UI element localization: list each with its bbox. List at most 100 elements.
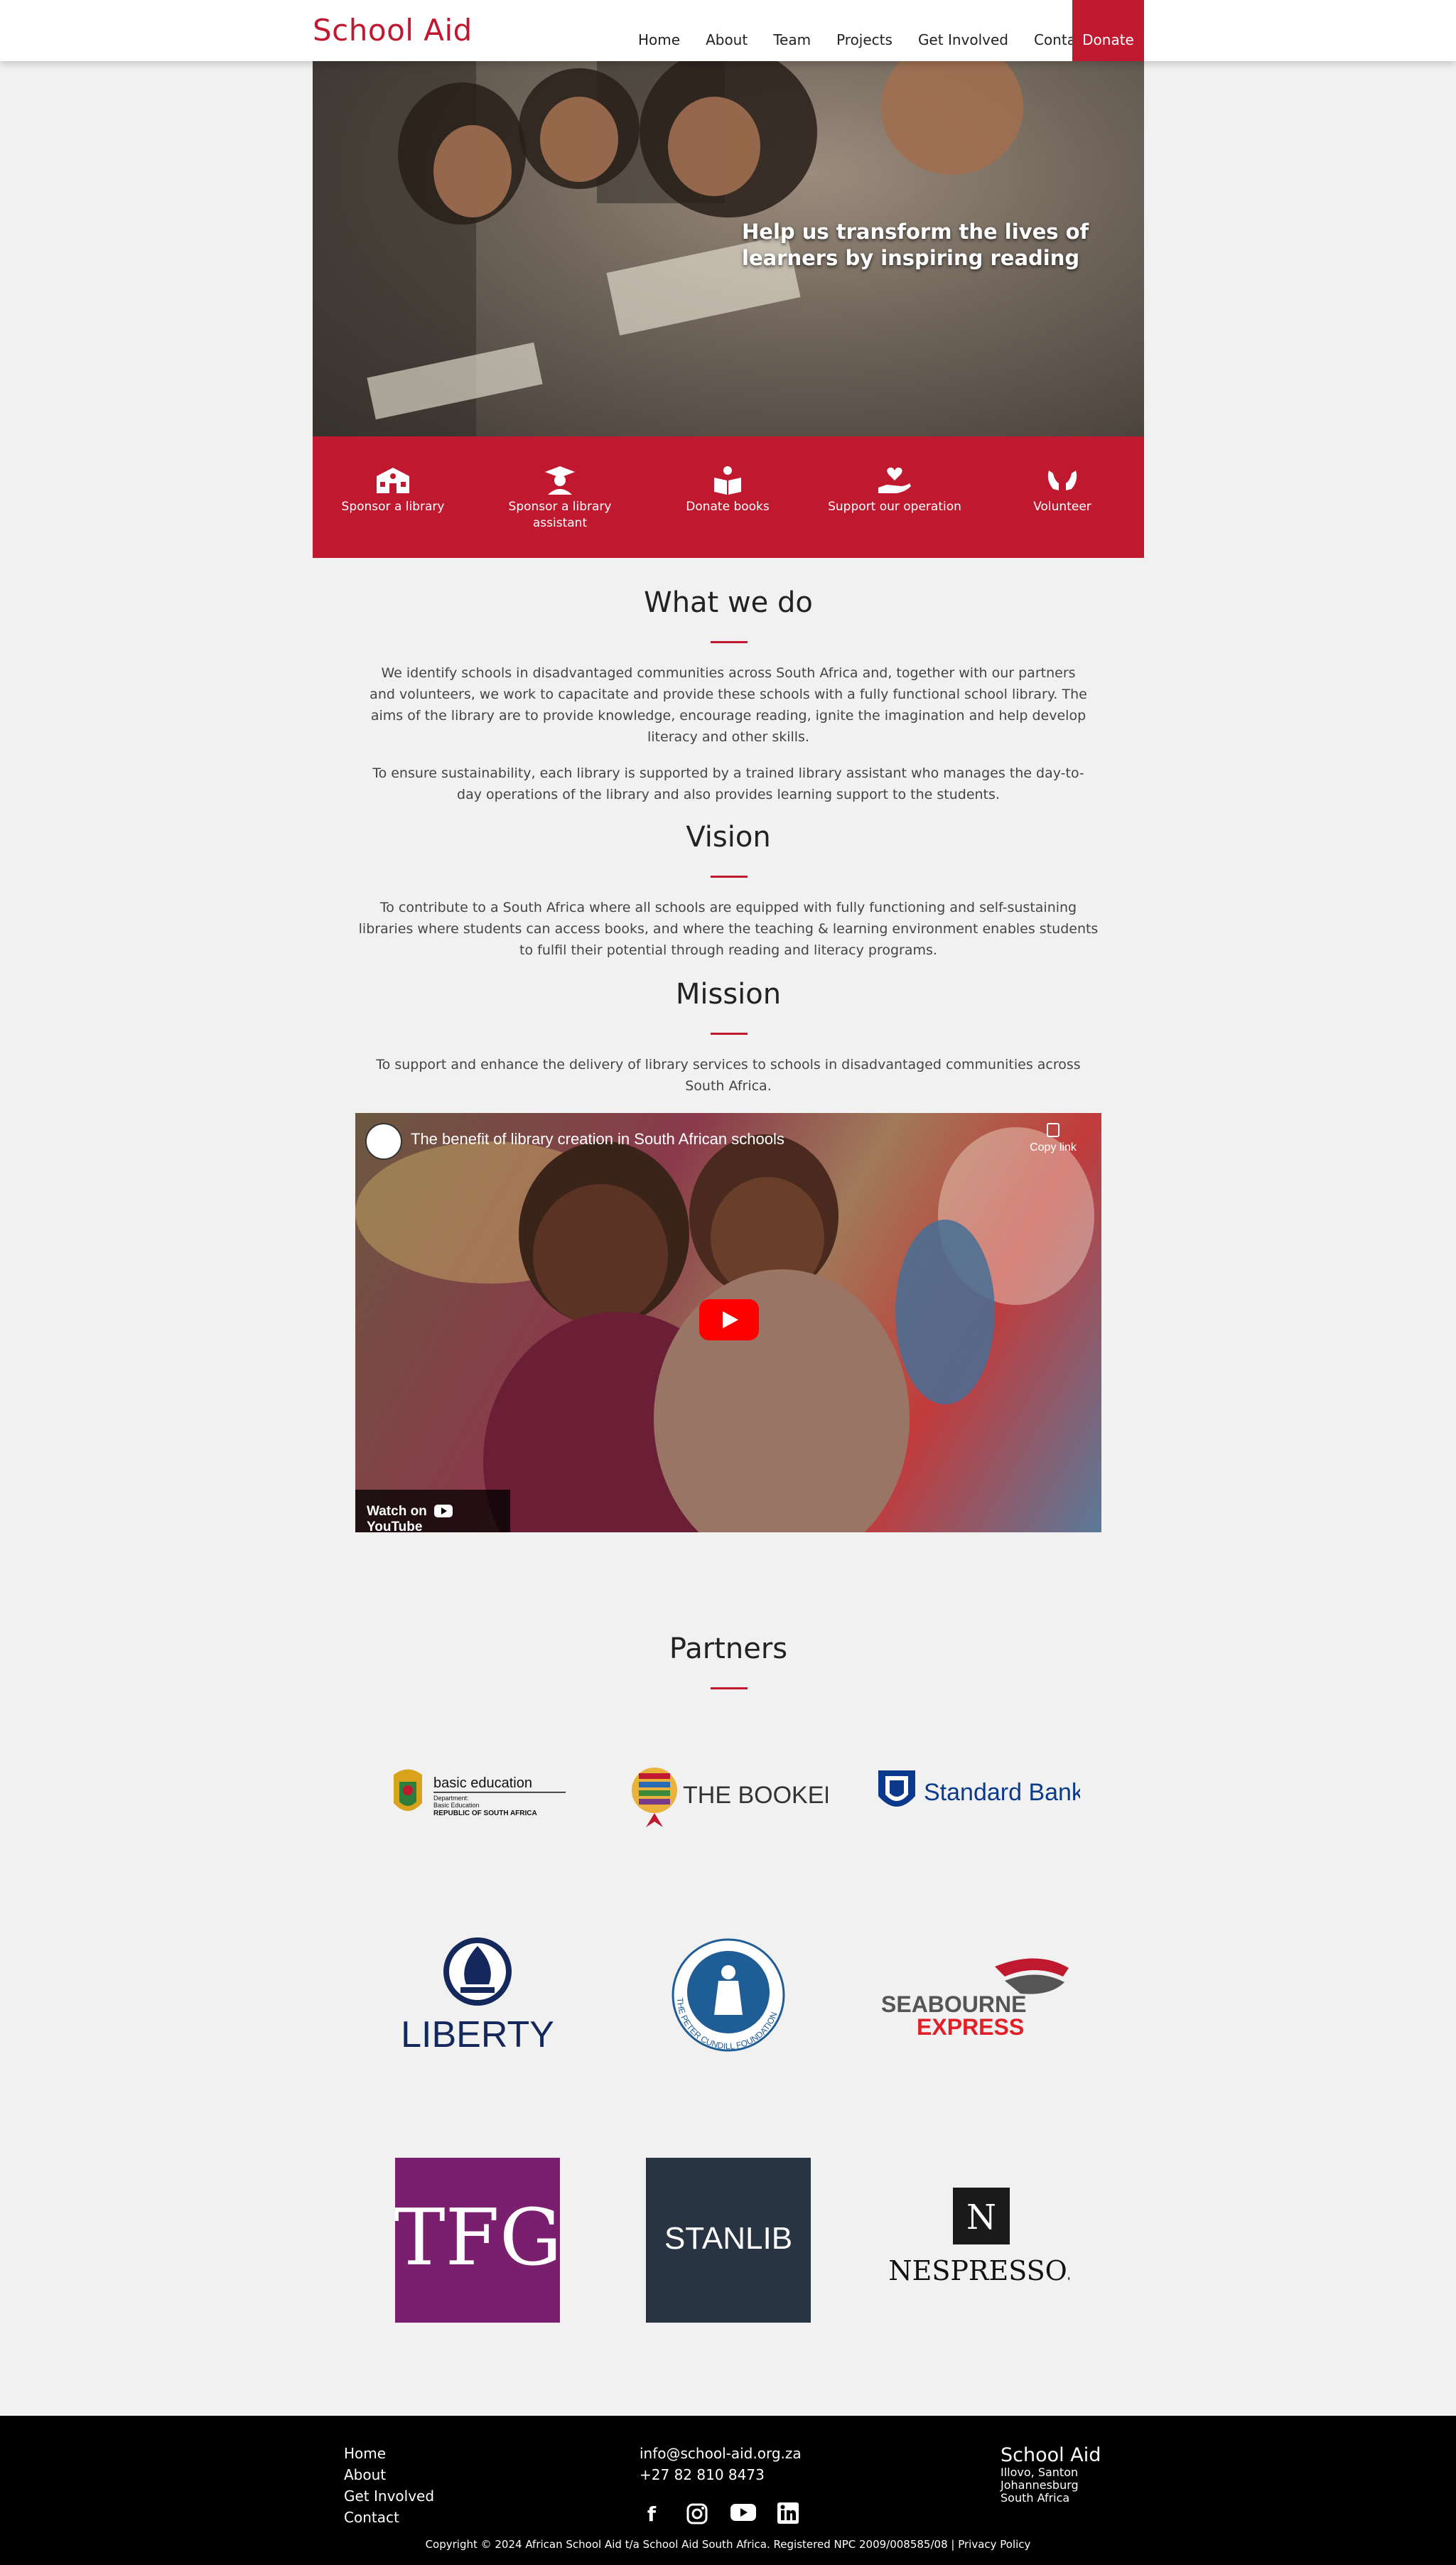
- facebook-icon[interactable]: f: [640, 2502, 664, 2527]
- vision-heading: Vision: [686, 821, 771, 854]
- partner-nespresso[interactable]: N NESPRESSO.: [860, 2158, 1094, 2322]
- youtube-icon[interactable]: [730, 2502, 756, 2527]
- partner-stanlib[interactable]: STANLIB: [611, 2158, 846, 2323]
- basic-education-country: REPUBLIC OF SOUTH AFRICA: [433, 1810, 537, 1817]
- site-footer: Home About Get Involved Contact info@sch…: [0, 2416, 1456, 2565]
- seabourne-wordmark: SEABOURNE: [881, 1991, 1026, 2017]
- hero-headline: Help us transform the lives of learners …: [742, 220, 1089, 270]
- sponsor-assistant-link[interactable]: Sponsor a library assistant: [489, 465, 631, 532]
- stanlib-wordmark: STANLIB: [664, 2221, 792, 2256]
- express-wordmark: EXPRESS: [917, 2014, 1024, 2040]
- copy-link-label: Copy link: [1030, 1141, 1077, 1154]
- boy-face: [533, 1184, 668, 1326]
- footer-logo[interactable]: School Aid: [1001, 2444, 1101, 2466]
- seabourne-express-logo: SEABOURNE EXPRESS: [881, 1958, 1069, 2040]
- copyright-text: Copyright © 2024 African School Aid t/a …: [425, 2538, 1031, 2551]
- nav-team[interactable]: Team: [760, 0, 824, 61]
- what-we-do-heading: What we do: [644, 586, 813, 619]
- heading-divider: [711, 876, 748, 878]
- action-label: Sponsor a library: [341, 500, 445, 514]
- top-navbar: School Aid Home About Team Projects Get …: [0, 0, 1456, 61]
- footer-phone[interactable]: +27 82 810 8473: [640, 2464, 802, 2485]
- peter-cundill-logo: THE PETER CUNDILL FOUNDATION: [672, 1938, 785, 2052]
- volunteer-link[interactable]: Volunteer: [991, 465, 1133, 515]
- basic-education-name: Basic Education: [433, 1802, 480, 1809]
- basic-education-title: basic education: [433, 1775, 532, 1791]
- partners-heading: Partners: [669, 1633, 788, 1665]
- video-title[interactable]: The benefit of library creation in South…: [411, 1130, 784, 1149]
- nav-about[interactable]: About: [693, 0, 760, 61]
- adult-face: [881, 61, 1023, 175]
- book-icon: [714, 466, 741, 495]
- liberty-wordmark: LIBERTY: [401, 2014, 554, 2055]
- the-bookery-wordmark: THE BOOKERY: [683, 1782, 828, 1809]
- footer-link-home[interactable]: Home: [344, 2443, 434, 2464]
- copy-link-button[interactable]: Copy link: [1025, 1123, 1082, 1154]
- heading-divider: [711, 1033, 748, 1035]
- partner-standard-bank[interactable]: Standard Bank: [860, 1711, 1094, 1874]
- footer-address-line: Illovo, Santon: [1001, 2465, 1079, 2479]
- youtube-embed[interactable]: The benefit of library creation in South…: [355, 1113, 1101, 1532]
- action-label: Donate books: [686, 500, 770, 514]
- basic-education-logo: basic education Department: Basic Educat…: [394, 1769, 566, 1817]
- nespresso-wordmark: NESPRESSO.: [888, 2255, 1069, 2286]
- partner-peter-cundill-foundation[interactable]: THE PETER CUNDILL FOUNDATION: [611, 1917, 846, 2080]
- hands-icon: [1047, 470, 1077, 490]
- donate-books-link[interactable]: Donate books: [657, 465, 799, 515]
- donate-button[interactable]: Donate: [1072, 0, 1144, 61]
- tfg-logo: TFG: [395, 2158, 560, 2323]
- what-we-do-paragraph: We identify schools in disadvantaged com…: [370, 665, 1087, 745]
- footer-links: Home About Get Involved Contact: [344, 2443, 434, 2528]
- footer-contact: info@school-aid.org.za +27 82 810 8473: [640, 2443, 802, 2485]
- nav-get-involved[interactable]: Get Involved: [905, 0, 1021, 61]
- school-icon: [377, 468, 409, 493]
- instagram-icon[interactable]: [685, 2502, 709, 2527]
- action-label: Volunteer: [1033, 500, 1091, 514]
- hero-banner: Help us transform the lives of learners …: [313, 61, 1144, 436]
- footer-link-about[interactable]: About: [344, 2464, 434, 2485]
- site-logo[interactable]: School Aid: [313, 13, 473, 48]
- nav-home[interactable]: Home: [625, 0, 693, 61]
- child-face: [433, 125, 512, 217]
- nespresso-logo: N NESPRESSO.: [888, 2188, 1069, 2286]
- action-label: Sponsor a library assistant: [508, 500, 612, 530]
- main-menu: Home About Team Projects Get Involved Co…: [625, 0, 1102, 61]
- standard-bank-wordmark: Standard Bank: [924, 1779, 1080, 1806]
- child-face: [540, 97, 618, 182]
- footer-address-line: South Africa: [1001, 2491, 1070, 2505]
- social-links: f: [640, 2502, 821, 2527]
- action-label: Support our operation: [828, 500, 961, 514]
- support-operation-link[interactable]: Support our operation: [824, 465, 966, 515]
- play-button[interactable]: [699, 1299, 759, 1340]
- nav-projects[interactable]: Projects: [824, 0, 905, 61]
- tfg-wordmark: TFG: [395, 2192, 560, 2283]
- partner-seabourne-express[interactable]: SEABOURNE EXPRESS: [860, 1917, 1094, 2080]
- copy-icon: [1047, 1123, 1059, 1137]
- child-backpack: [895, 1220, 995, 1404]
- action-band: Sponsor a library Sponsor a library assi…: [313, 436, 1144, 558]
- the-bookery-logo: THE BOOKERY: [632, 1768, 828, 1827]
- what-we-do-paragraph: To ensure sustainability, each library i…: [372, 765, 1084, 802]
- footer-brand: School Aid Illovo, Santon Johannesburg S…: [1001, 2444, 1101, 2505]
- footer-link-get-involved[interactable]: Get Involved: [344, 2485, 434, 2507]
- heading-divider: [711, 641, 748, 643]
- channel-avatar[interactable]: [365, 1123, 402, 1160]
- basic-education-dept: Department:: [433, 1795, 469, 1802]
- footer-email[interactable]: info@school-aid.org.za: [640, 2443, 802, 2464]
- linkedin-icon[interactable]: [776, 2502, 800, 2527]
- footer-link-contact[interactable]: Contact: [344, 2507, 434, 2528]
- mission-paragraph: To support and enhance the delivery of l…: [376, 1057, 1081, 1094]
- mission-heading: Mission: [675, 978, 782, 1011]
- heading-divider: [711, 1687, 748, 1689]
- watch-on-youtube-button[interactable]: Watch onYouTube: [355, 1490, 510, 1532]
- youtube-wordmark: YouTube: [367, 1520, 423, 1532]
- partner-basic-education[interactable]: basic education Department: Basic Educat…: [360, 1711, 595, 1874]
- vision-paragraph: To contribute to a South Africa where al…: [358, 900, 1099, 958]
- child-face: [668, 97, 760, 196]
- partner-liberty[interactable]: LIBERTY: [360, 1917, 595, 2080]
- partner-the-bookery[interactable]: THE BOOKERY: [611, 1711, 846, 1874]
- teacher-blouse: [654, 1269, 910, 1532]
- partner-tfg[interactable]: TFG: [360, 2158, 595, 2323]
- liberty-logo: LIBERTY: [401, 1937, 554, 2055]
- sponsor-library-link[interactable]: Sponsor a library: [322, 465, 464, 515]
